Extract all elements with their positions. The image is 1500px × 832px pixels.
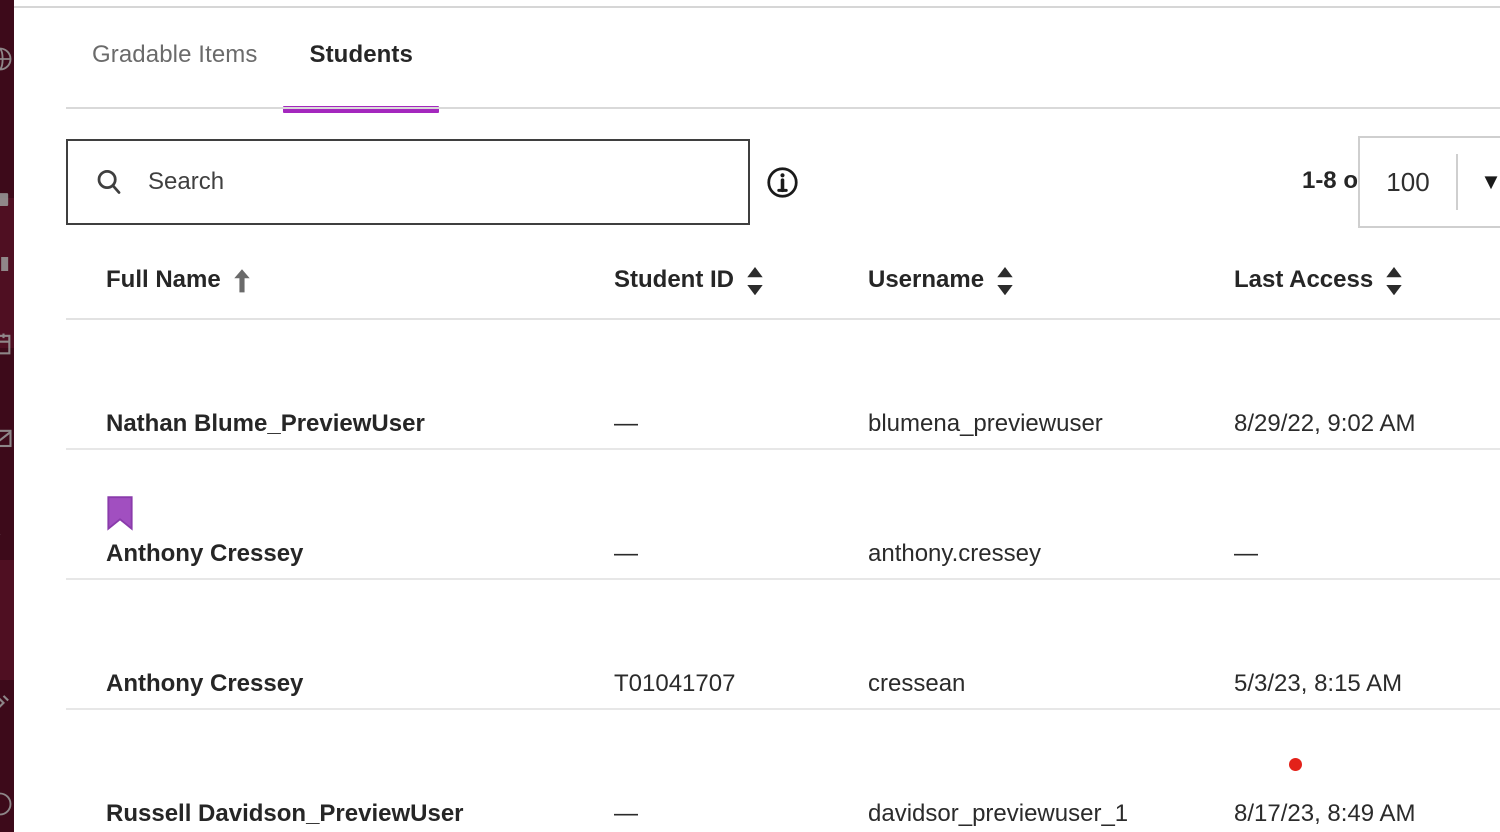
column-header-student-id-label: Student ID — [614, 266, 734, 293]
column-header-last-access[interactable]: Last Access — [1234, 266, 1403, 296]
globe-icon[interactable] — [0, 45, 14, 73]
chevron-down-icon[interactable]: ▼ — [1458, 171, 1500, 193]
sort-unsorted-icon — [996, 267, 1014, 296]
info-icon[interactable] — [766, 166, 799, 199]
main-content: Gradable Items Students Search 1-8 of 8 … — [14, 8, 1500, 832]
app-navigation-rail[interactable]: 9 — [0, 0, 14, 832]
support-icon[interactable] — [0, 790, 14, 818]
table-toolbar: 1-8 of 8 100 ▼ — [66, 136, 1500, 228]
cell-student-id: — — [614, 800, 638, 827]
bookmark-icon[interactable] — [106, 496, 134, 531]
cell-username: anthony.cressey — [868, 540, 1041, 567]
tab-students[interactable]: Students — [283, 30, 439, 113]
cell-full-name: Anthony Cressey — [106, 496, 304, 568]
app-window: 9 Gradable Items Students — [0, 0, 1500, 832]
cell-last-access: 8/29/22, 9:02 AM — [1234, 410, 1416, 437]
cell-last-access: — — [1234, 540, 1258, 567]
search-input[interactable] — [146, 162, 706, 202]
column-header-full-name[interactable]: Full Name — [106, 266, 251, 294]
table-header-row: Full Name Student ID Username Last Acces… — [66, 248, 1500, 320]
pagination-summary: 1-8 of 8 — [1301, 167, 1386, 194]
sort-unsorted-icon — [1385, 267, 1403, 296]
grades-icon[interactable]: 9 — [0, 520, 14, 548]
page-size-value: 100 — [1386, 166, 1430, 197]
cell-username: blumena_previewuser — [868, 410, 1103, 437]
search-box[interactable] — [66, 139, 750, 225]
sort-ascending-icon — [233, 268, 251, 293]
students-table: Full Name Student ID Username Last Acces… — [66, 248, 1500, 832]
table-row[interactable]: Russell Davidson_PreviewUser — davidsor_… — [66, 710, 1500, 832]
cell-full-name: Anthony Cressey — [106, 670, 304, 697]
column-header-student-id[interactable]: Student ID — [614, 266, 764, 296]
message-icon[interactable] — [0, 425, 14, 453]
institution-icon[interactable] — [0, 185, 14, 213]
tab-bar-divider — [66, 107, 1500, 109]
table-row[interactable]: Nathan Blume_PreviewUser — blumena_previ… — [66, 320, 1500, 450]
alert-dot-icon — [1289, 758, 1302, 771]
calendar-icon[interactable] — [0, 330, 14, 358]
cell-full-name: Nathan Blume_PreviewUser — [106, 410, 425, 437]
rail-band — [0, 560, 14, 680]
cell-full-name-label: Anthony Cressey — [106, 540, 304, 567]
column-header-last-access-label: Last Access — [1234, 266, 1374, 293]
cell-student-id: — — [614, 540, 638, 567]
cell-student-id: T01041707 — [614, 670, 736, 697]
search-icon — [94, 167, 124, 197]
cell-full-name: Russell Davidson_PreviewUser — [106, 800, 464, 827]
tab-students-label: Students — [309, 41, 413, 68]
table-row[interactable]: Anthony Cressey — anthony.cressey — — [66, 450, 1500, 580]
cell-student-id: — — [614, 410, 638, 437]
cell-last-access: 8/17/23, 8:49 AM — [1234, 800, 1416, 827]
column-header-username[interactable]: Username — [868, 266, 1014, 296]
table-row[interactable]: Anthony Cressey T01041707 cressean 5/3/2… — [66, 580, 1500, 710]
tab-bar: Gradable Items Students — [66, 30, 439, 113]
top-divider — [14, 6, 1500, 8]
tab-gradable-items[interactable]: Gradable Items — [66, 30, 283, 70]
sort-unsorted-icon — [746, 267, 764, 296]
cell-username: davidsor_previewuser_1 — [868, 800, 1129, 827]
column-header-username-label: Username — [868, 266, 985, 293]
tab-gradable-items-label: Gradable Items — [92, 41, 258, 68]
cell-last-access: 5/3/23, 8:15 AM — [1234, 670, 1403, 697]
page-size-select[interactable]: 100 ▼ — [1358, 136, 1500, 228]
book-icon[interactable] — [0, 250, 14, 278]
cell-username: cressean — [868, 670, 966, 697]
tools-icon[interactable] — [0, 690, 14, 718]
column-header-full-name-label: Full Name — [106, 266, 221, 293]
